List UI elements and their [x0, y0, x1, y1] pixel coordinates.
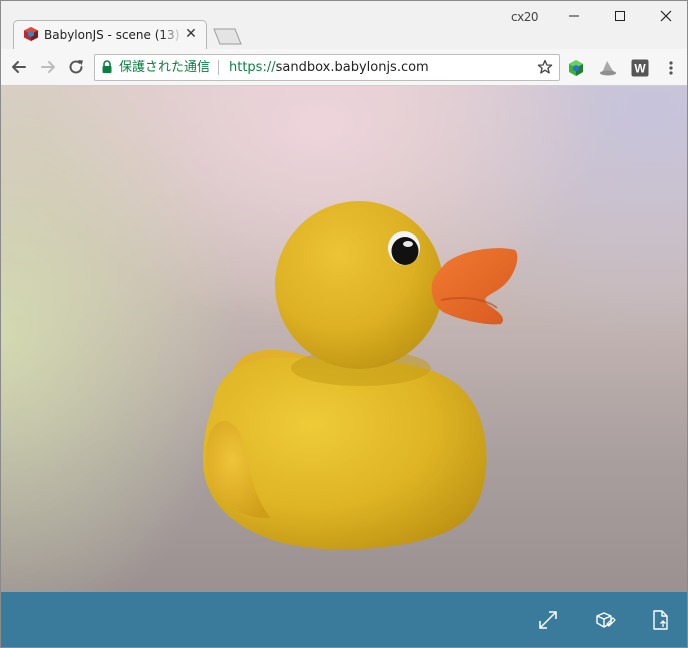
tab-title: BabylonJS - scene (13).glb: [44, 28, 180, 42]
render-canvas[interactable]: [1, 86, 687, 592]
load-file-icon[interactable]: [649, 609, 671, 631]
w-extension-icon[interactable]: W: [631, 59, 649, 77]
address-bar[interactable]: 保護された通信 https://sandbox.babylonjs.com: [94, 54, 560, 81]
babylon-extension-icon[interactable]: [567, 59, 585, 77]
arrow-right-icon[interactable]: [38, 57, 58, 77]
tab-title-fade: [161, 26, 183, 44]
close-window-button[interactable]: [643, 1, 687, 31]
browser-toolbar: 保護された通信 https://sandbox.babylonjs.com W: [1, 49, 687, 86]
address-separator: [218, 60, 219, 75]
fullscreen-icon[interactable]: [537, 609, 559, 631]
w-extension-letter: W: [634, 62, 646, 76]
close-icon: [660, 10, 672, 22]
url-scheme: https://: [229, 60, 276, 75]
wizard-hat-icon[interactable]: [599, 59, 617, 77]
minimize-button[interactable]: [551, 1, 597, 31]
rubber-duck-model: [202, 201, 518, 550]
viewer-bottom-bar: [1, 592, 687, 647]
url-text[interactable]: https://sandbox.babylonjs.com: [229, 55, 429, 80]
babylon-favicon-icon: [24, 27, 38, 41]
inspector-icon[interactable]: [594, 609, 616, 631]
reload-icon[interactable]: [66, 57, 86, 77]
url-host: sandbox.babylonjs.com: [275, 60, 429, 75]
lock-icon: [102, 60, 112, 73]
secure-connection-label: 保護された通信: [119, 60, 211, 75]
maximize-icon: [615, 11, 625, 21]
new-tab-button[interactable]: [211, 28, 243, 45]
star-icon[interactable]: [537, 59, 553, 75]
browser-window: BabylonJS - scene (13).glb ✕ cx20: [0, 0, 688, 648]
arrow-left-icon[interactable]: [9, 57, 29, 77]
tab-close-icon[interactable]: ✕: [183, 26, 199, 42]
title-bar: BabylonJS - scene (13).glb ✕ cx20: [1, 1, 687, 50]
minimize-icon: [569, 15, 579, 17]
kebab-menu-icon[interactable]: [662, 59, 680, 77]
profile-badge[interactable]: cx20: [511, 10, 538, 24]
maximize-button[interactable]: [597, 1, 643, 31]
